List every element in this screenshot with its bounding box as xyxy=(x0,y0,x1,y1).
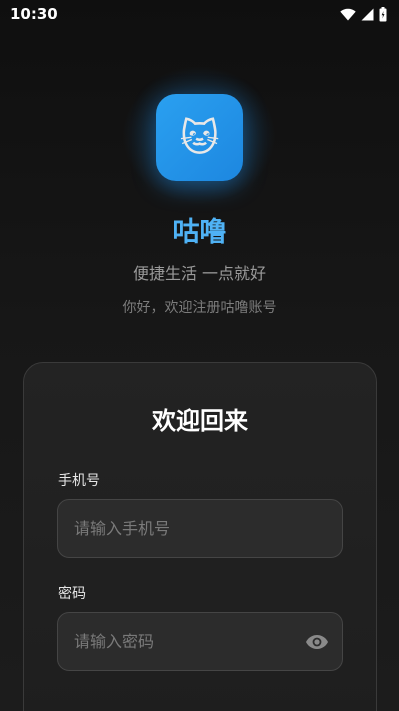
cellular-signal-icon xyxy=(361,8,374,21)
battery-icon xyxy=(379,6,387,22)
status-bar: 10:30 xyxy=(0,0,399,28)
login-screen: 10:30 🐱 咕噜 便捷生活 一点就好 你好，欢迎注册咕噜账号 欢迎回来 手机… xyxy=(0,0,399,711)
phone-input[interactable] xyxy=(74,519,326,538)
eye-icon[interactable] xyxy=(304,630,330,654)
status-icons xyxy=(340,6,387,22)
password-field[interactable] xyxy=(57,612,343,671)
login-card-title: 欢迎回来 xyxy=(152,407,248,435)
login-card: 欢迎回来 手机号 密码 xyxy=(23,362,377,711)
app-name: 咕噜 xyxy=(172,217,227,248)
app-logo: 🐱 xyxy=(156,94,243,181)
password-label: 密码 xyxy=(58,586,86,602)
password-input[interactable] xyxy=(74,632,326,651)
cat-face-icon: 🐱 xyxy=(179,115,220,160)
status-time: 10:30 xyxy=(10,5,58,23)
wifi-icon xyxy=(340,8,356,21)
phone-field[interactable] xyxy=(57,499,343,558)
phone-label: 手机号 xyxy=(58,473,100,489)
welcome-message: 你好，欢迎注册咕噜账号 xyxy=(122,300,277,316)
app-tagline: 便捷生活 一点就好 xyxy=(132,264,267,283)
